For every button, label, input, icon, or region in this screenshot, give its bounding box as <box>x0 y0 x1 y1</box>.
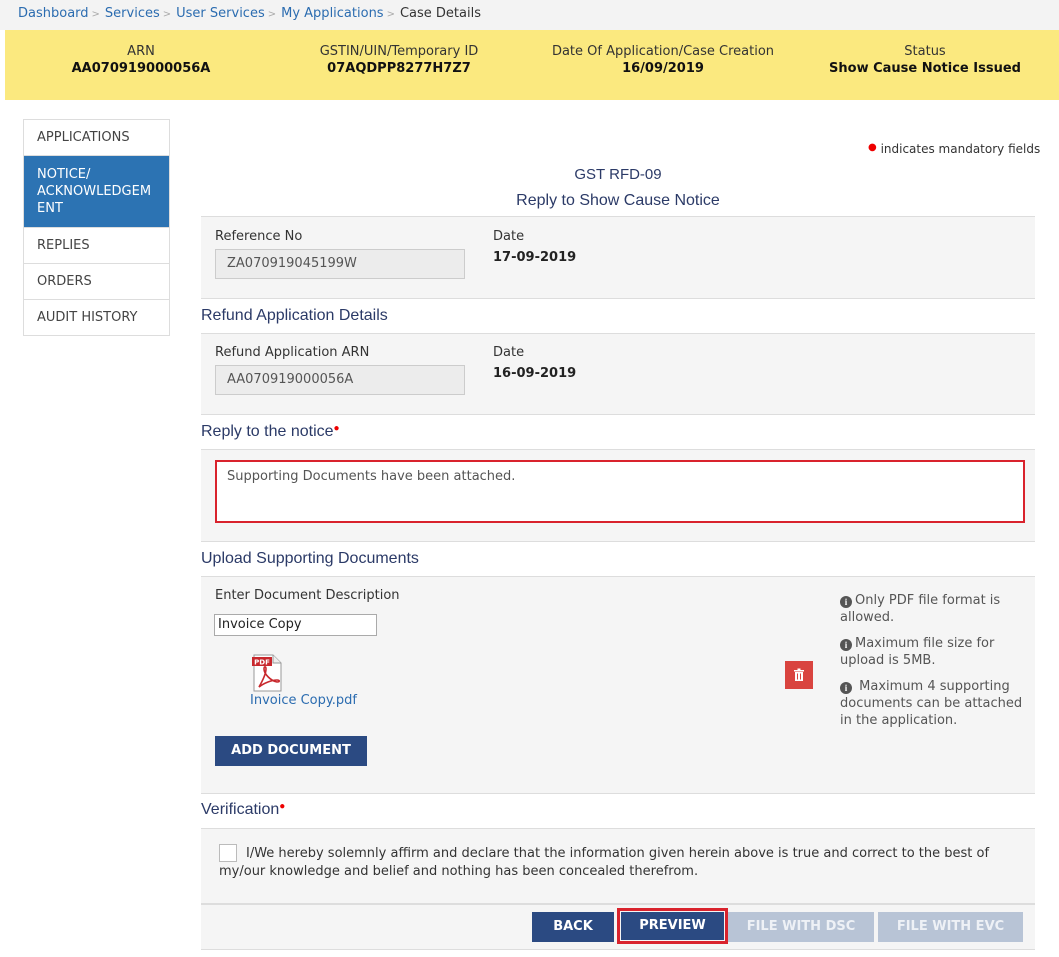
pdf-badge-label: PDF <box>254 659 270 667</box>
breadcrumb-dashboard[interactable]: Dashboard <box>18 6 89 21</box>
status-label: Status <box>904 44 946 59</box>
mandatory-dot-icon: ● <box>868 142 877 153</box>
add-document-button[interactable]: ADD DOCUMENT <box>215 736 367 766</box>
required-dot-icon: ● <box>279 801 286 812</box>
info-pdf-only: Only PDF file format is allowed. <box>840 593 1001 625</box>
form-title: Reply to Show Cause Notice <box>516 192 720 209</box>
uploaded-file-link[interactable]: Invoice Copy.pdf <box>250 693 357 708</box>
reference-date-label: Date <box>493 229 525 244</box>
file-with-evc-button[interactable]: FILE WITH EVC <box>878 912 1023 942</box>
verification-section-heading: Verification● <box>201 801 285 819</box>
status-block: Status Show Cause Notice Issued <box>795 44 1055 76</box>
verification-declaration: I/We hereby solemnly affirm and declare … <box>219 846 990 879</box>
arn-label: ARN <box>127 44 155 59</box>
arn-block: ARN AA070919000056A <box>11 44 271 76</box>
upload-info-list: i Only PDF file format is allowed. i Maxim… <box>840 592 1025 738</box>
nav-item-audit-history[interactable]: AUDIT HISTORY <box>24 300 169 335</box>
upload-section-heading: Upload Supporting Documents <box>201 550 419 567</box>
reference-no-field: ZA070919045199W <box>215 249 465 279</box>
reply-section-heading: Reply to the notice● <box>201 423 340 441</box>
reply-heading-text: Reply to the notice <box>201 423 334 440</box>
breadcrumb-current: Case Details <box>399 6 481 21</box>
nav-item-applications[interactable]: APPLICATIONS <box>24 120 169 156</box>
info-max-count: Maximum 4 supporting documents can be at… <box>840 679 1023 728</box>
delete-document-button[interactable] <box>785 661 813 689</box>
refund-arn-label: Refund Application ARN <box>215 345 370 360</box>
document-description-input[interactable]: Invoice Copy <box>214 614 377 636</box>
back-button[interactable]: BACK <box>532 912 614 942</box>
reference-no-label: Reference No <box>215 229 303 244</box>
info-max-size: Maximum file size for upload is 5MB. <box>840 636 995 668</box>
file-with-dsc-button[interactable]: FILE WITH DSC <box>728 912 874 942</box>
breadcrumb-user-services[interactable]: User Services <box>176 6 265 21</box>
side-navigation: APPLICATIONS NOTICE/ ACKNOWLEDGEM ENT RE… <box>23 119 170 336</box>
pdf-file-icon[interactable]: PDF <box>252 654 282 692</box>
status-value: Show Cause Notice Issued <box>829 61 1021 76</box>
nav-item-orders[interactable]: ORDERS <box>24 264 169 300</box>
case-summary-banner: ARN AA070919000056A GSTIN/UIN/Temporary … <box>5 30 1059 100</box>
info-icon: i <box>840 639 852 651</box>
refund-date-label: Date <box>493 345 525 360</box>
info-icon: i <box>840 682 852 694</box>
breadcrumb-separator-icon: > <box>386 9 395 20</box>
reference-date-value: 17-09-2019 <box>493 250 577 265</box>
application-date-block: Date Of Application/Case Creation 16/09/… <box>533 44 793 76</box>
mandatory-note: ● indicates mandatory fields <box>868 142 1040 156</box>
document-description-label: Enter Document Description <box>215 588 400 603</box>
verification-heading-text: Verification <box>201 801 280 818</box>
breadcrumb-my-applications[interactable]: My Applications <box>281 6 383 21</box>
form-code: GST RFD-09 <box>574 166 662 183</box>
refund-arn-field: AA070919000056A <box>215 365 465 395</box>
required-dot-icon: ● <box>333 423 340 434</box>
preview-highlight <box>617 908 728 944</box>
info-item: i Only PDF file format is allowed. <box>840 592 1025 626</box>
nav-item-notice-acknowledgement[interactable]: NOTICE/ ACKNOWLEDGEM ENT <box>24 156 169 228</box>
verification-checkbox[interactable] <box>219 844 237 862</box>
refund-date-value: 16-09-2019 <box>493 366 577 381</box>
application-date-label: Date Of Application/Case Creation <box>551 44 775 59</box>
arn-value: AA070919000056A <box>71 61 211 76</box>
reply-textarea[interactable]: Supporting Documents have been attached. <box>215 460 1025 523</box>
info-item: i Maximum file size for upload is 5MB. <box>840 635 1025 669</box>
info-icon: i <box>840 596 852 608</box>
trash-icon <box>794 668 804 681</box>
info-item: i Maximum 4 supporting documents can be … <box>840 678 1025 729</box>
gstin-block: GSTIN/UIN/Temporary ID 07AQDPP8277H7Z7 <box>269 44 529 76</box>
breadcrumb-services[interactable]: Services <box>105 6 160 21</box>
breadcrumb: Dashboard > Services > User Services > My Appl… <box>0 0 1059 30</box>
breadcrumb-separator-icon: > <box>162 9 172 20</box>
mandatory-note-text: indicates mandatory fields <box>880 142 1041 156</box>
nav-item-replies[interactable]: REPLIES <box>24 228 169 264</box>
breadcrumb-separator-icon: > <box>91 9 100 20</box>
breadcrumb-separator-icon: > <box>267 9 277 20</box>
gstin-label: GSTIN/UIN/Temporary ID <box>319 44 479 59</box>
refund-section-heading: Refund Application Details <box>201 307 388 324</box>
gstin-value: 07AQDPP8277H7Z7 <box>327 61 471 76</box>
application-date-value: 16/09/2019 <box>622 61 704 76</box>
